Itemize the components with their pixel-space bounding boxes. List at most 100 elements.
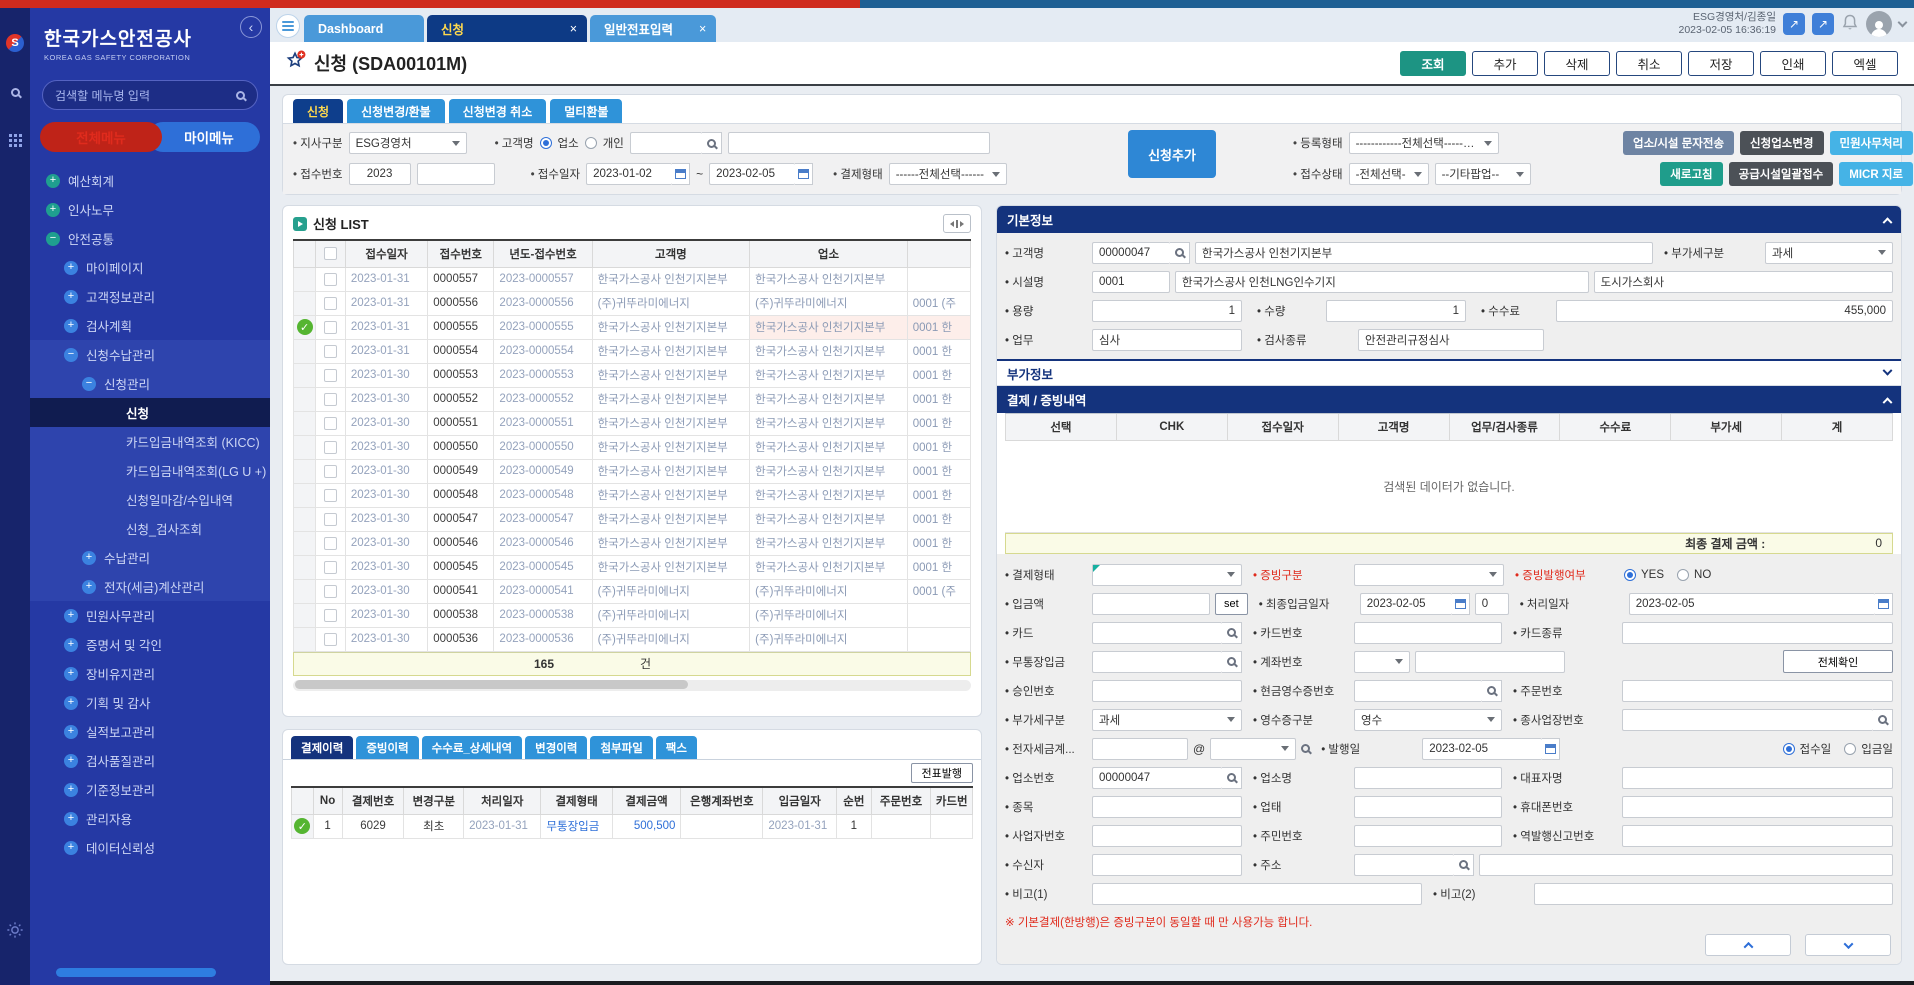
sidebar-item-인사노무[interactable]: +인사노무	[30, 195, 270, 224]
sidebar-collapse-button[interactable]: ‹	[240, 16, 262, 38]
row-checkbox[interactable]	[324, 585, 337, 598]
sidebar-item-관리자용[interactable]: +관리자용	[30, 804, 270, 833]
expand-plus-icon[interactable]: +	[64, 725, 78, 739]
cash-receipt-input[interactable]	[1354, 680, 1482, 702]
refresh-button[interactable]: 새로고침	[1660, 162, 1722, 186]
receiver-input[interactable]	[1092, 854, 1242, 876]
mobile-input[interactable]	[1622, 796, 1893, 818]
open-new-window-icon[interactable]: ↗	[1783, 13, 1805, 35]
action-button-엑셀[interactable]: 엑셀	[1832, 51, 1898, 76]
collapse-minus-icon[interactable]: −	[46, 232, 60, 246]
card-no-input[interactable]	[1354, 622, 1502, 644]
sidebar-item-기준정보관리[interactable]: +기준정보관리	[30, 775, 270, 804]
bank-search-button[interactable]	[1222, 651, 1242, 673]
tab-close-icon[interactable]: ×	[699, 22, 706, 36]
approval-no-input[interactable]	[1092, 680, 1242, 702]
row-checkbox[interactable]	[324, 345, 337, 358]
card-search-button[interactable]	[1222, 622, 1242, 644]
expand-plus-icon[interactable]: +	[64, 261, 78, 275]
sidebar-item-신청_검사조회[interactable]: 신청_검사조회	[30, 514, 270, 543]
sidebar-item-고객정보관리[interactable]: +고객정보관리	[30, 282, 270, 311]
inspection-type-field[interactable]: 안전관리규정심사	[1358, 329, 1544, 351]
sidebar-item-데이터신뢰성[interactable]: +데이터신뢰성	[30, 833, 270, 862]
item-input[interactable]	[1092, 796, 1242, 818]
sub-biz-search-button[interactable]	[1873, 709, 1893, 731]
customer-search-button[interactable]	[702, 132, 722, 154]
brn-input[interactable]	[1092, 825, 1242, 847]
etax-domain-select[interactable]	[1210, 738, 1296, 760]
list-row[interactable]: 2023-01-3000005412023-0000541(주)귀뚜라미에너지(…	[294, 579, 971, 603]
sub-biz-no-input[interactable]	[1622, 709, 1873, 731]
history-row[interactable]: ✓16029최초2023-01-31무통장입금500,5002023-01-31…	[292, 814, 973, 838]
history-tab-수수료_상세내역[interactable]: 수수료_상세내역	[422, 736, 522, 759]
row-checkbox[interactable]	[324, 609, 337, 622]
set-button[interactable]: set	[1215, 593, 1248, 615]
list-row[interactable]: ✓2023-01-3100005552023-0000555한국가스공사 인천기…	[294, 315, 971, 339]
receipt-status-select[interactable]: -전체선택-	[1349, 163, 1429, 185]
micr-giro-button[interactable]: MICR 지로	[1839, 162, 1913, 186]
notification-bell-icon[interactable]	[1841, 13, 1859, 36]
row-checkbox[interactable]	[324, 369, 337, 382]
biz-type-input[interactable]	[1354, 796, 1502, 818]
evidence-issue-yes-radio[interactable]	[1624, 569, 1636, 581]
evidence-type-select[interactable]	[1354, 564, 1504, 586]
bulk-receipt-button[interactable]: 공급시설일괄접수	[1729, 162, 1834, 186]
vat-type-select[interactable]: 과세	[1092, 709, 1242, 731]
sidebar-item-신청일마감/수입내역[interactable]: 신청일마감/수입내역	[30, 485, 270, 514]
collapse-minus-icon[interactable]: −	[64, 348, 78, 362]
subtab-신청변경 취소[interactable]: 신청변경 취소	[449, 99, 547, 123]
etax-search-button[interactable]	[1301, 744, 1310, 753]
action-button-저장[interactable]: 저장	[1688, 51, 1754, 76]
list-row[interactable]: 2023-01-3000005512023-0000551한국가스공사 인천기지…	[294, 411, 971, 435]
row-checkbox[interactable]	[324, 489, 337, 502]
list-row[interactable]: 2023-01-3100005572023-0000557한국가스공사 인천기지…	[294, 267, 971, 291]
expand-plus-icon[interactable]: +	[46, 174, 60, 188]
receipt-status-extra-select[interactable]: --기타팝업--	[1435, 163, 1531, 185]
add-application-button[interactable]: 신청추가	[1128, 130, 1216, 178]
action-button-취소[interactable]: 취소	[1616, 51, 1682, 76]
all-menu-button[interactable]: 전체메뉴	[40, 122, 162, 152]
window-tab-Dashboard[interactable]: Dashboard	[304, 15, 424, 42]
calendar-icon[interactable]	[1542, 738, 1560, 760]
expand-plus-icon[interactable]: +	[64, 667, 78, 681]
evidence-issue-no-radio[interactable]	[1677, 569, 1689, 581]
row-checkbox[interactable]	[324, 273, 337, 286]
page-star-icon[interactable]	[284, 50, 306, 77]
list-row[interactable]: 2023-01-3000005462023-0000546한국가스공사 인천기지…	[294, 531, 971, 555]
list-row[interactable]: 2023-01-3000005532023-0000553한국가스공사 인천기지…	[294, 363, 971, 387]
expand-plus-icon[interactable]: +	[64, 812, 78, 826]
panel-splitter-button[interactable]	[943, 214, 971, 233]
facility-code-field[interactable]: 0001	[1092, 271, 1170, 293]
app-grid-icon[interactable]	[9, 134, 22, 147]
sidebar-item-검사계획[interactable]: +검사계획	[30, 311, 270, 340]
menu-search-input[interactable]: 검색할 메뉴명 입력	[42, 80, 258, 110]
select-all-checkbox[interactable]	[324, 247, 337, 260]
issue-date-input[interactable]: 2023-02-05	[1422, 738, 1542, 760]
customer-type-biz-radio[interactable]	[540, 137, 552, 149]
address-detail-input[interactable]	[1479, 854, 1893, 876]
list-row[interactable]: 2023-01-3000005382023-0000538(주)귀뚜라미에너지(…	[294, 603, 971, 627]
vat-type-select[interactable]: 과세	[1765, 242, 1893, 264]
bank-transfer-input[interactable]	[1092, 651, 1222, 673]
sidebar-item-예산회계[interactable]: +예산회계	[30, 166, 270, 195]
order-no-input[interactable]	[1622, 680, 1893, 702]
expand-plus-icon[interactable]: +	[64, 783, 78, 797]
customer-code-input[interactable]	[630, 132, 702, 154]
user-menu-chevron-icon[interactable]	[1898, 18, 1908, 28]
hamburger-menu-button[interactable]	[276, 14, 300, 38]
row-checkbox[interactable]	[324, 441, 337, 454]
customer-type-person-radio[interactable]	[585, 137, 597, 149]
receipt-seq-input[interactable]	[417, 163, 495, 185]
expand-plus-icon[interactable]: +	[64, 638, 78, 652]
collapse-minus-icon[interactable]: −	[82, 377, 96, 391]
row-checkbox[interactable]	[324, 321, 337, 334]
action-button-인쇄[interactable]: 인쇄	[1760, 51, 1826, 76]
branch-select[interactable]: ESG경영처	[349, 132, 467, 154]
reg-type-select[interactable]: ------------전체선택-----------	[1349, 132, 1499, 154]
customer-name-field[interactable]: 한국가스공사 인천기지본부	[1195, 242, 1653, 264]
window-tab-신청[interactable]: 신청×	[427, 15, 587, 42]
action-button-조회[interactable]: 조회	[1400, 51, 1466, 76]
calendar-icon[interactable]	[1452, 593, 1470, 615]
expand-plus-icon[interactable]: +	[46, 203, 60, 217]
row-checkbox[interactable]	[324, 633, 337, 646]
